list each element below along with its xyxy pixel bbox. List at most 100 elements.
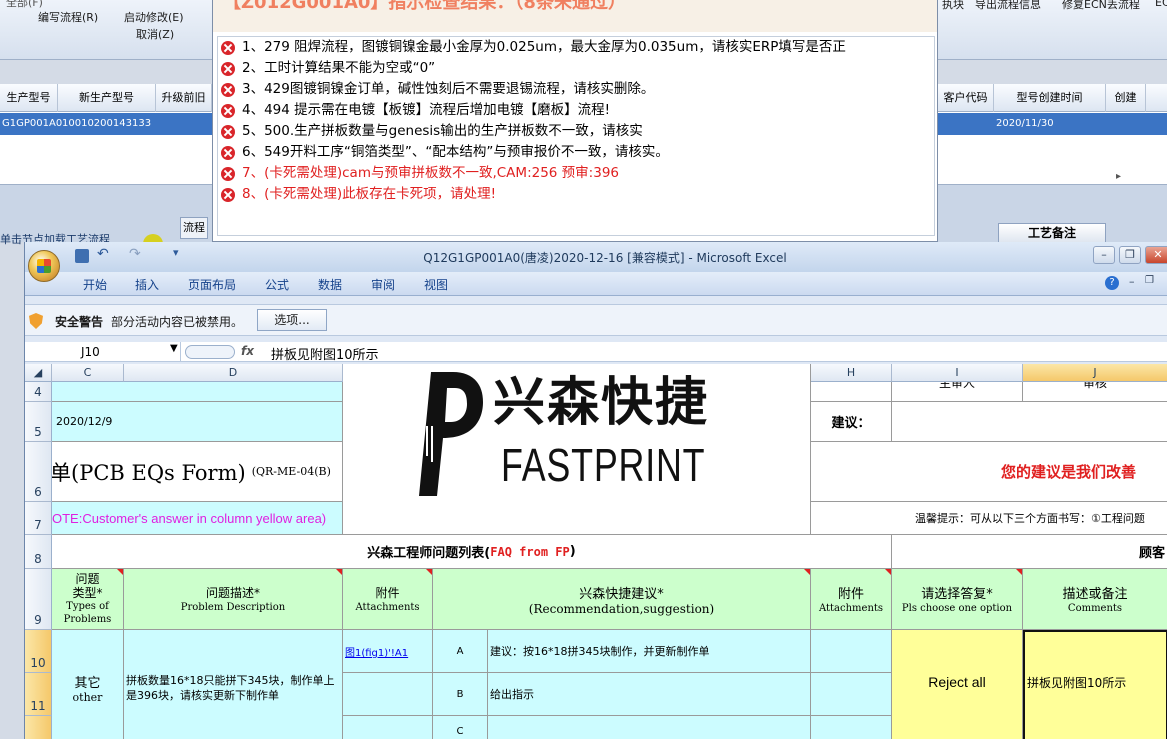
erp-menu-write-flow[interactable]: 编写流程(R) [38,9,98,25]
erp-col-created-time[interactable]: 型号创建时间 [994,84,1106,112]
erp-col-old[interactable]: 升级前旧 [156,84,212,112]
answer-select[interactable]: Reject all [892,630,1023,739]
scroll-right-icon[interactable]: ▸ [1116,171,1130,185]
col-header-c[interactable]: C [52,364,124,382]
tab-view[interactable]: 视图 [424,276,448,293]
ribbon-restore-icon[interactable]: ❐ [1145,275,1154,286]
cell-customer-header[interactable]: 顾客 [892,535,1167,569]
tab-formulas[interactable]: 公式 [265,276,289,293]
row-header-9[interactable]: 9 [25,569,52,630]
undo-icon[interactable]: ↶ [97,246,109,262]
options-button[interactable]: 选项... [257,309,327,331]
erp-menu-exec[interactable]: 执块 [942,0,964,12]
fx-icon[interactable]: fx [241,344,254,358]
erp-menu-start-modify[interactable]: 启动修改(E) [124,9,184,25]
cell-h12[interactable] [811,716,892,739]
cell-option-c[interactable]: C [433,716,488,739]
cell-option-c-text[interactable] [488,716,811,739]
col-header-d[interactable]: D [124,364,343,382]
col-header-i[interactable]: I [892,364,1023,382]
cell-suggest-input[interactable] [892,402,1167,442]
cell-h-type[interactable]: 问题 类型* Types of Problems [52,569,124,630]
attachment-link[interactable]: 图1(fig1)'!A1 [343,630,433,673]
cell-c4[interactable] [52,382,343,402]
cell-h-attach[interactable]: 附件 Attachments [343,569,433,630]
select-all-corner[interactable]: ◢ [25,364,52,382]
restore-icon[interactable]: ❐ [1119,246,1141,264]
cell-option-b[interactable]: B [433,673,488,716]
cell-h-attach2[interactable]: 附件 Attachments [811,569,892,630]
erp-col-new-model[interactable]: 新生产型号 [58,84,156,112]
comment-input[interactable]: 拼板见附图10所示 [1023,630,1167,739]
formula-input[interactable]: 拼板见附图10所示 [271,344,379,363]
cell-problem-desc[interactable]: 拼板数量16*18只能拼下345块，制作单上是396块，请核实更新下制作单 [124,630,343,739]
row-header-7[interactable]: 7 [25,502,52,535]
help-icon[interactable]: ? [1105,276,1119,290]
list-item[interactable]: 4、494 提示需在电镀【板镀】流程后增加电镀【磨板】流程! [218,100,934,121]
cell-option-a[interactable]: A [433,630,488,673]
cell-h10[interactable] [811,630,892,673]
erp-tab-process-notes[interactable]: 工艺备注 [998,223,1106,243]
tab-data[interactable]: 数据 [318,276,342,293]
list-item[interactable]: 5、500.生产拼板数量与genesis输出的生产拼板数不一致，请核实 [218,121,934,142]
list-item[interactable]: 6、549开料工序“铜箔类型”、“配本结构”与预审报价不一致，请核实。 [218,142,934,163]
cell-date[interactable]: 2020/12/9 [52,402,343,442]
minimize-icon[interactable]: – [1093,246,1115,264]
office-button[interactable] [28,250,60,282]
list-item[interactable]: 1、279 阻焊流程，图镀铜镍金最小金厚为0.025um，最大金厚为0.035u… [218,37,934,58]
cell-option-a-text[interactable]: 建议：按16*18拼345块制作，并更新制作单 [488,630,811,673]
row-header-10[interactable]: 10 [25,630,52,673]
name-box[interactable]: J10 [25,342,181,362]
cell-suggest-label[interactable]: 建议： [811,402,892,442]
list-item[interactable]: 7、(卡死需处理)cam与预审拼板数不一致,CAM:256 预审:396 [218,163,934,184]
col-header-h[interactable]: H [811,364,892,382]
cell-h11[interactable] [811,673,892,716]
list-item[interactable]: 3、429图镀铜镍金订单，碱性蚀刻后不需要退锡流程，请核实删除。 [218,79,934,100]
cell-h4[interactable] [811,382,892,402]
cell-e12[interactable] [343,716,433,739]
cell-e11[interactable] [343,673,433,716]
cell-form-title[interactable]: 单(PCB EQs Form) (QR-ME-04(B) [52,442,343,502]
cell-h-recommend[interactable]: 兴森快捷建议* (Recommendation,suggestion) [433,569,811,630]
comment-marker [426,569,432,575]
erp-menu-export-flow[interactable]: 导出流程信息 [975,0,1041,12]
row-header-11[interactable]: 11 [25,673,52,716]
cell-h-desc[interactable]: 问题描述* Problem Description [124,569,343,630]
row-header-12[interactable] [25,716,52,739]
tab-review[interactable]: 审阅 [371,276,395,293]
zoom-handle[interactable] [185,345,235,359]
redo-icon[interactable]: ↷ [129,246,141,262]
tab-page-layout[interactable]: 页面布局 [188,276,236,293]
erp-menu-cancel[interactable]: 取消(Z) [136,26,174,42]
cell-faq-header[interactable]: 兴森工程师问题列表(FAQ from FP) [52,535,892,569]
customize-qat-icon[interactable]: ▾ [173,246,179,259]
name-box-dropdown-icon[interactable]: ▼ [170,343,178,354]
erp-menu-ec[interactable]: EC [1155,0,1167,9]
erp-col-customer-code[interactable]: 客户代码 [938,84,994,112]
erp-col-model[interactable]: 生产型号 [0,84,58,112]
cell-j4[interactable]: 审核 [1023,382,1167,402]
save-icon[interactable] [75,249,89,263]
cell-problem-type[interactable]: 其它 other [52,630,124,739]
tab-insert[interactable]: 插入 [135,276,159,293]
erp-col-creator[interactable]: 创建 [1106,84,1146,112]
cell-option-b-text[interactable]: 给出指示 [488,673,811,716]
erp-tab-flow[interactable]: 流程 [180,217,208,239]
list-item[interactable]: 2、工时计算结果不能为空或“0” [218,58,934,79]
cell-note[interactable]: OTE:Customer's answer in column yellow a… [52,502,343,535]
row-header-6[interactable]: 6 [25,442,52,502]
cell-i4[interactable]: 主审人 [892,382,1023,402]
cell-slogan[interactable]: 您的建议是我们改善 [811,442,1167,502]
row-header-8[interactable]: 8 [25,535,52,569]
tab-home[interactable]: 开始 [83,276,107,293]
row-header-4[interactable]: 4 [25,382,52,402]
col-header-j[interactable]: J [1023,364,1167,382]
erp-menu-repair-ecn[interactable]: 修复ECN丢流程 [1062,0,1140,12]
cell-tip[interactable]: 温馨提示：可从以下三个方面书写：①工程问题 [811,502,1167,535]
list-item[interactable]: 8、(卡死需处理)此板存在卡死项，请处理! [218,184,934,205]
ribbon-minimize-icon[interactable]: – [1129,275,1135,288]
cell-h-comment[interactable]: 描述或备注 Comments [1023,569,1167,630]
close-icon[interactable]: ✕ [1145,246,1167,264]
cell-h-choose[interactable]: 请选择答复* Pls choose one option [892,569,1023,630]
row-header-5[interactable]: 5 [25,402,52,442]
